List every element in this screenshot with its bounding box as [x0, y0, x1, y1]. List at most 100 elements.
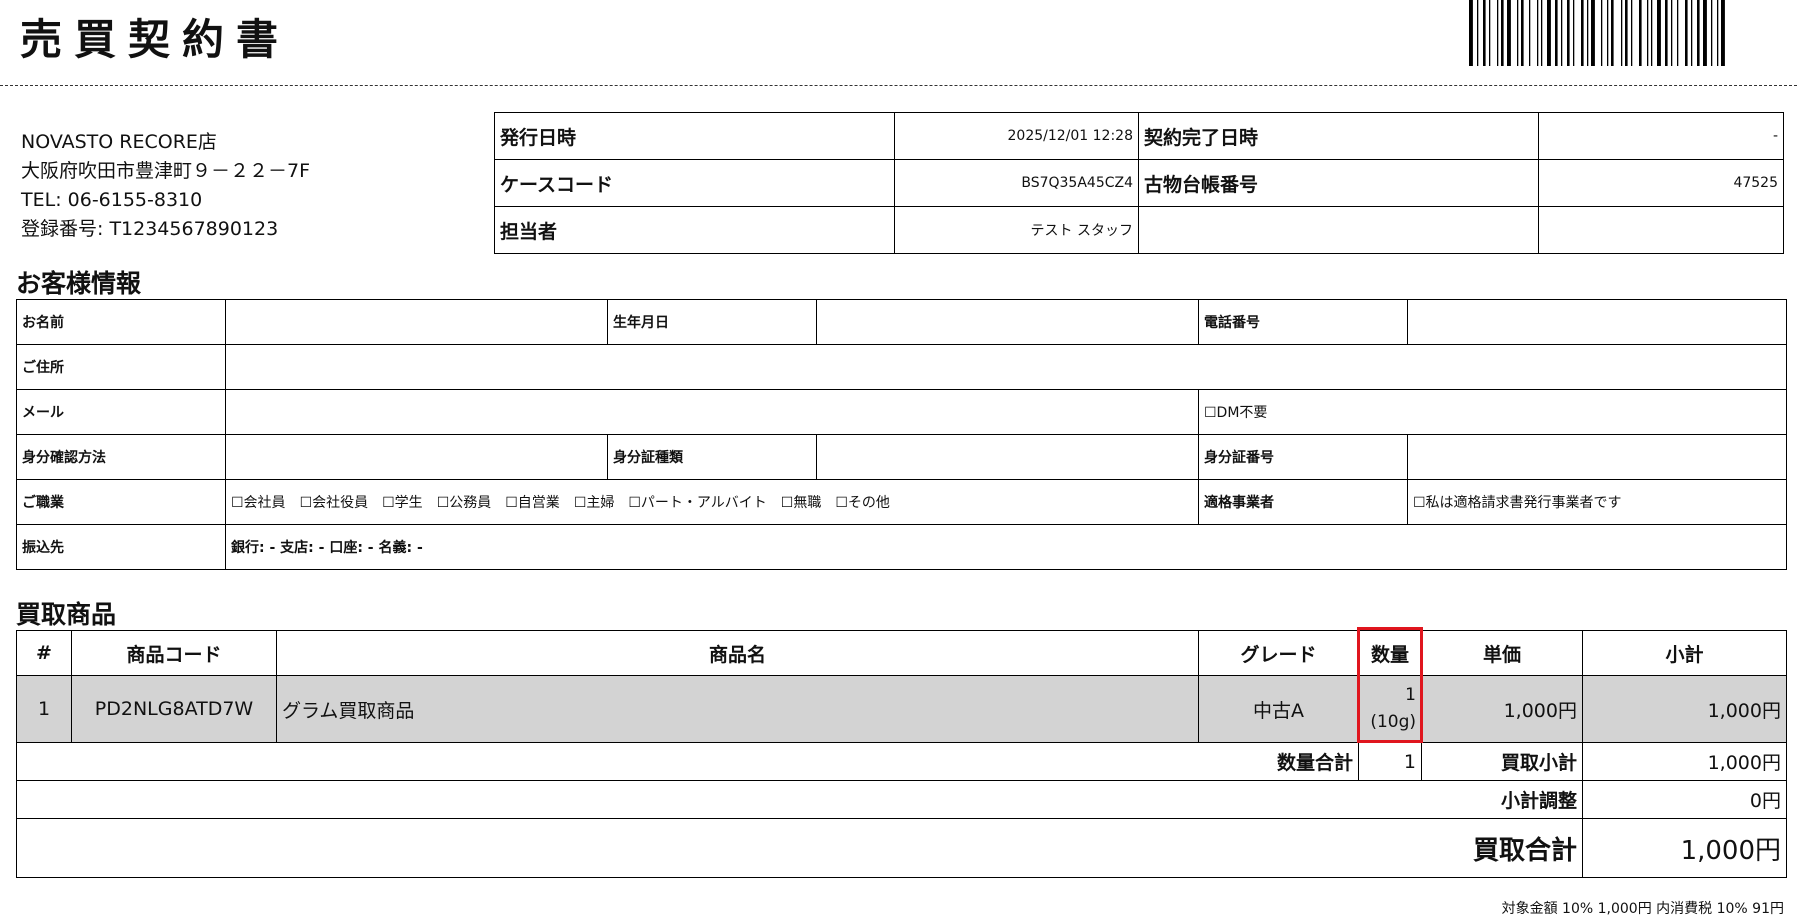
items-section-heading: 買取商品	[16, 600, 117, 629]
store-address: 大阪府吹田市豊津町９－２２－7F	[21, 160, 311, 182]
barcode-bar	[1611, 0, 1614, 66]
occupation-label: ご職業	[16, 479, 226, 525]
birthdate-field[interactable]	[816, 299, 1199, 345]
mail-field[interactable]	[225, 389, 1199, 435]
barcode-bar	[1567, 0, 1570, 66]
barcode-bar	[1521, 0, 1524, 66]
name-label: お名前	[16, 299, 226, 345]
buy-total-label: 買取合計	[16, 818, 1583, 878]
col-header-name: 商品名	[276, 630, 1199, 676]
occupation-checkbox[interactable]: ☐無職	[781, 495, 822, 511]
contract-meta-table: 発行日時 2025/12/01 12:28 契約完了日時 - ケースコード BS…	[494, 112, 1784, 254]
barcode-bar	[1477, 0, 1479, 66]
bank-label: 振込先	[16, 524, 226, 570]
barcode-bar	[1601, 0, 1603, 66]
barcode-bar	[1703, 0, 1707, 66]
barcode-bar	[1657, 0, 1661, 66]
id-number-label: 身分証番号	[1198, 434, 1408, 480]
barcode-bar	[1555, 0, 1558, 66]
adjustment-label: 小計調整	[16, 780, 1583, 819]
barcode-bar	[1647, 0, 1649, 66]
qualified-invoice-checkbox[interactable]: ☐私は適格請求書発行事業者です	[1407, 479, 1787, 525]
buy-subtotal-value: 1,000円	[1582, 742, 1787, 781]
col-header-code: 商品コード	[71, 630, 277, 676]
barcode-bar	[1517, 0, 1519, 66]
id-method-field[interactable]	[225, 434, 608, 480]
occupation-checkbox[interactable]: ☐パート・アルバイト	[628, 495, 766, 511]
adjustment-value: 0円	[1582, 780, 1787, 819]
barcode-bar	[1721, 0, 1725, 66]
barcode-bar	[1489, 0, 1491, 66]
dm-opt-out-checkbox[interactable]: ☐DM不要	[1198, 389, 1787, 435]
complete-date-value: -	[1538, 112, 1784, 160]
id-type-label: 身分証種類	[607, 434, 817, 480]
barcode-bar	[1631, 0, 1633, 66]
barcode-bar	[1529, 0, 1531, 66]
case-code-label: ケースコード	[494, 159, 895, 207]
table-row: 1 PD2NLG8ATD7W グラム買取商品 中古A 1 (10g) 1,000…	[16, 675, 1787, 743]
barcode-bar	[1573, 0, 1575, 66]
col-header-grade: グレード	[1198, 630, 1359, 676]
barcode-bar	[1691, 0, 1693, 66]
barcode-bar	[1677, 0, 1679, 66]
buy-total-value: 1,000円	[1582, 818, 1787, 878]
items-table: # 商品コード 商品名 グレード 数量 単価 小計 1 PD2NLG8ATD7W…	[16, 630, 1787, 878]
item-unit-price: 1,000円	[1421, 675, 1583, 743]
occupation-checkbox[interactable]: ☐会社員	[231, 495, 286, 511]
dashed-divider	[0, 85, 1797, 86]
id-type-field[interactable]	[816, 434, 1199, 480]
barcode-bar	[1685, 0, 1688, 66]
store-tel: TEL: 06-6155-8310	[21, 189, 203, 211]
occupation-checkbox[interactable]: ☐その他	[835, 495, 890, 511]
name-field[interactable]	[225, 299, 608, 345]
phone-field[interactable]	[1407, 299, 1787, 345]
qty-total-value: 1	[1358, 742, 1422, 781]
tax-note: 対象金額 10% 1,000円 内消費税 10% 91円	[1501, 901, 1784, 917]
barcode	[1469, 0, 1725, 66]
barcode-bar	[1581, 0, 1584, 66]
barcode-bar	[1711, 0, 1713, 66]
barcode-bar	[1665, 0, 1668, 66]
complete-date-label: 契約完了日時	[1138, 112, 1539, 160]
occupation-checkbox[interactable]: ☐主婦	[574, 495, 615, 511]
birthdate-label: 生年月日	[607, 299, 817, 345]
ledger-number-value: 47525	[1538, 159, 1784, 207]
barcode-bar	[1651, 0, 1653, 66]
barcode-bar	[1501, 0, 1504, 66]
barcode-bar	[1587, 0, 1589, 66]
page-title: 売買契約書	[20, 15, 291, 64]
col-header-unit-price: 単価	[1421, 630, 1583, 676]
bank-info: 銀行: - 支店: - 口座: - 名義: -	[225, 524, 1787, 570]
address-field[interactable]	[225, 344, 1787, 390]
item-qty-value: 1	[1405, 685, 1416, 705]
occupation-checkbox[interactable]: ☐会社役員	[300, 495, 369, 511]
barcode-bar	[1507, 0, 1511, 66]
store-name: NOVASTO RECORE店	[21, 131, 217, 153]
col-header-qty: 数量	[1358, 630, 1422, 676]
buy-subtotal-label: 買取小計	[1421, 742, 1583, 781]
occupation-checkbox[interactable]: ☐学生	[382, 495, 423, 511]
id-method-label: 身分確認方法	[16, 434, 226, 480]
barcode-bar	[1561, 0, 1563, 66]
item-subtotal: 1,000円	[1582, 675, 1787, 743]
item-grade: 中古A	[1198, 675, 1359, 743]
item-name: グラム買取商品	[276, 675, 1199, 743]
occupation-checkbox[interactable]: ☐自営業	[505, 495, 560, 511]
qualified-business-label: 適格事業者	[1198, 479, 1408, 525]
id-number-field[interactable]	[1407, 434, 1787, 480]
item-qty: 1 (10g)	[1358, 675, 1422, 743]
customer-section-heading: お客様情報	[16, 269, 142, 298]
phone-label: 電話番号	[1198, 299, 1408, 345]
barcode-bar	[1469, 0, 1473, 66]
barcode-bar	[1591, 0, 1595, 66]
occupation-checkbox[interactable]: ☐公務員	[437, 495, 492, 511]
barcode-bar	[1671, 0, 1673, 66]
barcode-bar	[1541, 0, 1543, 66]
col-header-num: #	[16, 630, 72, 676]
col-header-subtotal: 小計	[1582, 630, 1787, 676]
qty-total-label: 数量合計	[16, 742, 1359, 781]
item-code: PD2NLG8ATD7W	[71, 675, 277, 743]
barcode-bar	[1537, 0, 1539, 66]
item-weight: (10g)	[1370, 712, 1416, 732]
barcode-bar	[1483, 0, 1486, 66]
